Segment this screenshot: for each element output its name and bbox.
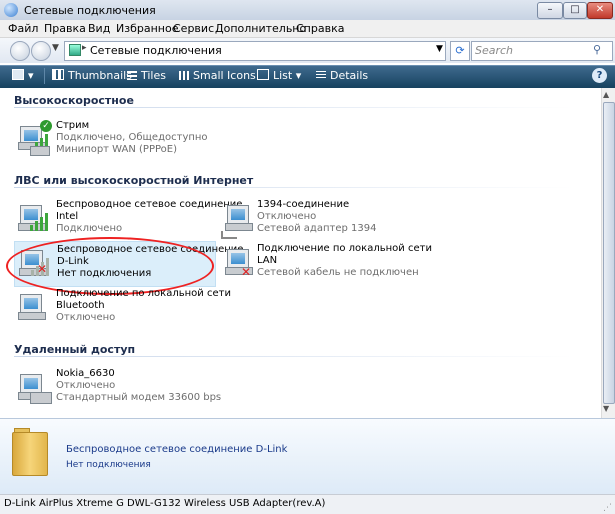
organize-button[interactable]: ▾ <box>12 69 34 82</box>
refresh-button[interactable]: ⟳ <box>450 41 470 61</box>
tile-name: Nokia_6630 <box>56 368 115 379</box>
list-icon <box>257 69 269 80</box>
broadband-connection-icon: ✓ <box>16 120 52 158</box>
tile-name: Подключение по локальной сети <box>56 288 231 299</box>
list-view-button[interactable]: List ▾ <box>257 69 301 82</box>
details-icon <box>316 71 326 80</box>
window-title: Сетевые подключения <box>24 4 156 17</box>
disconnected-x-icon: ✕ <box>241 265 252 279</box>
small-icons-view-button[interactable]: Small Icons <box>179 69 256 82</box>
menu-advanced[interactable]: Дополнительно <box>215 22 306 35</box>
network-folder-icon <box>69 44 81 56</box>
tiles-icon <box>127 71 137 80</box>
tiles-label: Tiles <box>141 69 166 82</box>
maximize-button[interactable]: □ <box>563 2 587 19</box>
breadcrumb-arrow-icon[interactable]: ▸ <box>82 43 87 53</box>
group-divider <box>14 187 574 188</box>
tile-device: Bluetooth <box>56 300 105 311</box>
menu-favorites[interactable]: Избранное <box>116 22 178 35</box>
tile-status: Отключено <box>257 211 317 222</box>
menu-edit[interactable]: Правка <box>44 22 86 35</box>
connection-tile-strim[interactable]: ✓ Стрим Подключено, Общедоступно Минипор… <box>14 118 214 162</box>
tile-name: 1394-соединение <box>257 199 350 210</box>
forward-button[interactable] <box>31 41 51 61</box>
address-path[interactable]: Сетевые подключения <box>90 44 222 57</box>
tile-status: Отключено <box>56 380 116 391</box>
help-icon[interactable]: ? <box>592 68 607 83</box>
status-text: D-Link AirPlus Xtreme G DWL-G132 Wireles… <box>4 498 326 509</box>
search-icon[interactable]: ⚲ <box>593 43 601 56</box>
tiles-view-button[interactable]: Tiles <box>127 69 166 82</box>
back-button[interactable] <box>10 41 30 61</box>
tile-device: Стандартный модем 33600 bps <box>56 392 222 403</box>
connection-tile-bluetooth[interactable]: Подключение по локальной сети Bluetooth … <box>14 286 231 330</box>
connection-tile-lan[interactable]: ✕ Подключение по локальной сети LAN Сете… <box>215 241 432 285</box>
group-header-lan: ЛВС или высокоскоростной Интернет <box>14 174 254 187</box>
minimize-button[interactable]: – <box>537 2 563 19</box>
resize-grip-icon[interactable]: ⋰ <box>603 503 612 513</box>
recent-pages-dropdown-icon[interactable]: ▼ <box>52 43 59 53</box>
network-connections-icon <box>4 3 18 17</box>
tile-status: Отключено <box>56 312 116 323</box>
folder-icon <box>12 432 48 476</box>
menu-tools[interactable]: Сервис <box>173 22 214 35</box>
thumbnails-label: Thumbnails <box>68 69 132 82</box>
small-icons-icon <box>179 71 189 80</box>
dialup-modem-icon <box>16 368 52 406</box>
thumbnails-icon <box>52 69 64 80</box>
menu-help[interactable]: Справка <box>296 22 344 35</box>
details-label: Details <box>330 69 369 82</box>
details-view-button[interactable]: Details <box>316 69 368 82</box>
connection-tile-nokia[interactable]: Nokia_6630 Отключено Стандартный модем 3… <box>14 366 221 410</box>
scrollbar-thumb[interactable] <box>603 102 615 404</box>
tile-status: Сетевой кабель не подключен <box>257 267 419 278</box>
tile-device: Сетевой адаптер 1394 <box>257 223 377 234</box>
tile-device: Intel <box>56 211 79 222</box>
lan-connection-icon <box>217 199 253 239</box>
list-label: List <box>273 69 293 82</box>
tile-status: Подключено <box>56 223 123 234</box>
address-dropdown-icon[interactable]: ▼ <box>436 44 443 54</box>
wireless-connection-icon <box>16 199 52 237</box>
tile-name: Стрим <box>56 120 90 131</box>
tile-status: Подключено, Общедоступно <box>56 132 208 143</box>
tile-name: Подключение по локальной сети <box>257 243 432 254</box>
search-placeholder[interactable]: Search <box>475 44 513 57</box>
toolbar-separator <box>44 68 45 84</box>
details-title: Беспроводное сетевое соединение D-Link <box>66 444 288 455</box>
group-header-dialup: Удаленный доступ <box>14 343 136 356</box>
group-divider <box>14 356 574 357</box>
thumbnails-view-button[interactable]: Thumbnails <box>52 69 132 82</box>
menu-view[interactable]: Вид <box>88 22 110 35</box>
tile-device: Минипорт WAN (PPPoE) <box>56 144 177 155</box>
scroll-down-icon[interactable]: ▼ <box>603 404 609 413</box>
close-button[interactable]: ✕ <box>587 2 613 19</box>
connection-tile-1394[interactable]: 1394-соединение Отключено Сетевой адапте… <box>215 197 415 241</box>
lan-connection-icon: ✕ <box>217 243 253 281</box>
details-pane <box>0 418 615 495</box>
menu-file[interactable]: Файл <box>8 22 38 35</box>
connected-check-icon: ✓ <box>40 120 52 132</box>
connection-tile-wireless-intel[interactable]: Беспроводное сетевое соединение Intel По… <box>14 197 242 241</box>
group-divider <box>14 107 574 108</box>
tile-device: LAN <box>257 255 278 266</box>
details-status: Нет подключения <box>66 460 151 470</box>
group-header-highspeed: Высокоскоростное <box>14 94 134 107</box>
small-icons-label: Small Icons <box>193 69 256 82</box>
scroll-up-icon[interactable]: ▲ <box>603 90 609 99</box>
lan-connection-icon <box>16 288 52 326</box>
